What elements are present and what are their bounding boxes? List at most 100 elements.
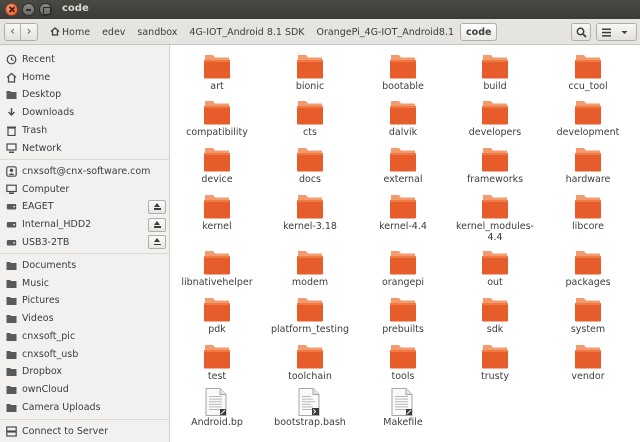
close-window-button[interactable] [5,3,18,16]
breadcrumb-sdk[interactable]: 4G-IOT_Android 8.1 SDK [183,23,310,41]
file-item-dalvik[interactable]: dalvik [357,99,449,147]
sidebar-item-usb3-2tb[interactable]: USB3-2TB [0,234,169,251]
sidebar-item-cnxsoft-pic[interactable]: cnxsoft_pic [0,328,169,345]
search-button[interactable] [571,23,591,41]
file-item-art[interactable]: art [171,53,263,101]
sidebar-item-music[interactable]: Music [0,275,169,292]
file-item-docs[interactable]: docs [264,146,356,194]
file-item-libnativehelper[interactable]: libnativehelper [171,249,263,297]
file-label: docs [298,174,321,185]
sidebar-item-owncloud[interactable]: ownCloud [0,381,169,398]
minimize-window-button[interactable] [22,3,35,16]
sidebar-item-dropbox[interactable]: Dropbox [0,363,169,380]
file-item-ccu-tool[interactable]: ccu_tool [542,53,634,101]
sidebar-item-computer[interactable]: Computer [0,181,169,198]
sidebar-item-videos[interactable]: Videos [0,310,169,327]
file-item-test[interactable]: test [171,343,263,391]
file-item-sdk[interactable]: sdk [449,296,541,344]
eject-button[interactable] [148,235,166,250]
folder-icon [296,249,324,275]
breadcrumb-code[interactable]: code [460,23,498,41]
file-item-external[interactable]: external [357,146,449,194]
file-item-developers[interactable]: developers [449,99,541,147]
sidebar-item-label: Connect to Server [22,426,109,437]
sidebar-item-cnxsoft-usb[interactable]: cnxsoft_usb [0,346,169,363]
sidebar-item-label: Pictures [22,295,60,307]
sidebar-item-network[interactable]: Network [0,140,169,157]
file-item-device[interactable]: device [171,146,263,194]
file-label: pdk [208,324,226,335]
file-item-kernel[interactable]: kernel [171,193,263,241]
breadcrumb-label: Home [62,27,91,38]
sidebar-item-recent[interactable]: Recent [0,51,169,68]
file-item-hardware[interactable]: hardware [542,146,634,194]
connect-to-server[interactable]: Connect to Server [0,423,169,440]
file-item-prebuilts[interactable]: prebuilts [357,296,449,344]
file-item-packages[interactable]: packages [542,249,634,297]
forward-button[interactable]: › [21,23,38,41]
file-label: Makefile [383,417,423,428]
file-label: toolchain [288,371,332,382]
breadcrumb-sandbox[interactable]: sandbox [131,23,183,41]
sidebar-item-pictures[interactable]: Pictures [0,292,169,309]
file-item-out[interactable]: out [449,249,541,297]
folder-icon [481,193,509,219]
network-icon [6,142,17,153]
sidebar-item-label: Desktop [22,89,62,101]
sidebar-item-camera-uploads[interactable]: Camera Uploads [0,399,169,416]
file-item-system[interactable]: system [542,296,634,344]
file-item-development[interactable]: development [542,99,634,147]
sidebar-item-home[interactable]: Home [0,69,169,86]
file-item-kernel-3-18[interactable]: kernel-3.18 [264,193,356,241]
file-label: system [570,324,606,335]
file-item-trusty[interactable]: trusty [449,343,541,391]
file-item-frameworks[interactable]: frameworks [449,146,541,194]
sidebar-item-cnxsoft-cnx-software-com[interactable]: cnxsoft@cnx-software.com [0,163,169,180]
file-item-build[interactable]: build [449,53,541,101]
sidebar-item-eaget[interactable]: EAGET [0,198,169,215]
file-item-compatibility[interactable]: compatibility [171,99,263,147]
eject-button[interactable] [148,217,166,232]
sidebar-item-label: cnxsoft_pic [22,330,76,342]
server-icon [6,426,17,437]
folder-icon [574,99,602,125]
file-item-kernel-4-4[interactable]: kernel-4.4 [357,193,449,241]
file-item-android-bp[interactable]: Android.bp [171,388,263,437]
file-item-bionic[interactable]: bionic [264,53,356,101]
file-item-kernel-modules-4-4[interactable]: kernel_modules- 4.4 [449,193,541,243]
sidebar-item-internal-hdd2[interactable]: Internal_HDD2 [0,216,169,233]
breadcrumb-orangepi[interactable]: OrangePi_4G-IOT_Android8.1 [311,23,461,41]
sidebar-item-documents[interactable]: Documents [0,257,169,274]
list-view-button[interactable] [596,23,616,41]
sidebar-item-downloads[interactable]: Downloads [0,104,169,121]
folder-icon [296,53,324,79]
folder-icon [203,53,231,79]
back-button[interactable]: ‹ [4,23,21,41]
home-icon [50,27,60,36]
file-label: out [487,277,503,288]
maximize-window-button[interactable] [39,3,52,16]
view-menu-button[interactable] [615,23,637,41]
file-item-vendor[interactable]: vendor [542,343,634,391]
sidebar-item-label: Recent [22,54,55,65]
file-item-platform-testing[interactable]: platform_testing [264,296,356,344]
file-item-modem[interactable]: modem [264,249,356,297]
file-item-makefile[interactable]: Makefile [357,388,449,437]
breadcrumb-edev[interactable]: edev [96,23,131,41]
file-item-libcore[interactable]: libcore [542,193,634,241]
sidebar-item-trash[interactable]: Trash [0,122,169,139]
file-item-toolchain[interactable]: toolchain [264,343,356,391]
file-item-orangepi[interactable]: orangepi [357,249,449,297]
sidebar-item-desktop[interactable]: Desktop [0,86,169,103]
folder-icon [481,249,509,275]
file-item-tools[interactable]: tools [357,343,449,391]
file-item-pdk[interactable]: pdk [171,296,263,344]
eject-button[interactable] [148,199,166,214]
account-icon [6,166,17,177]
file-item-cts[interactable]: cts [264,99,356,147]
sidebar-divider [0,419,169,420]
folder-icon [203,99,231,125]
file-item-bootstrap-bash[interactable]: bootstrap.bash [264,388,356,437]
breadcrumb-home[interactable]: Home [44,23,96,41]
file-item-bootable[interactable]: bootable [357,53,449,101]
